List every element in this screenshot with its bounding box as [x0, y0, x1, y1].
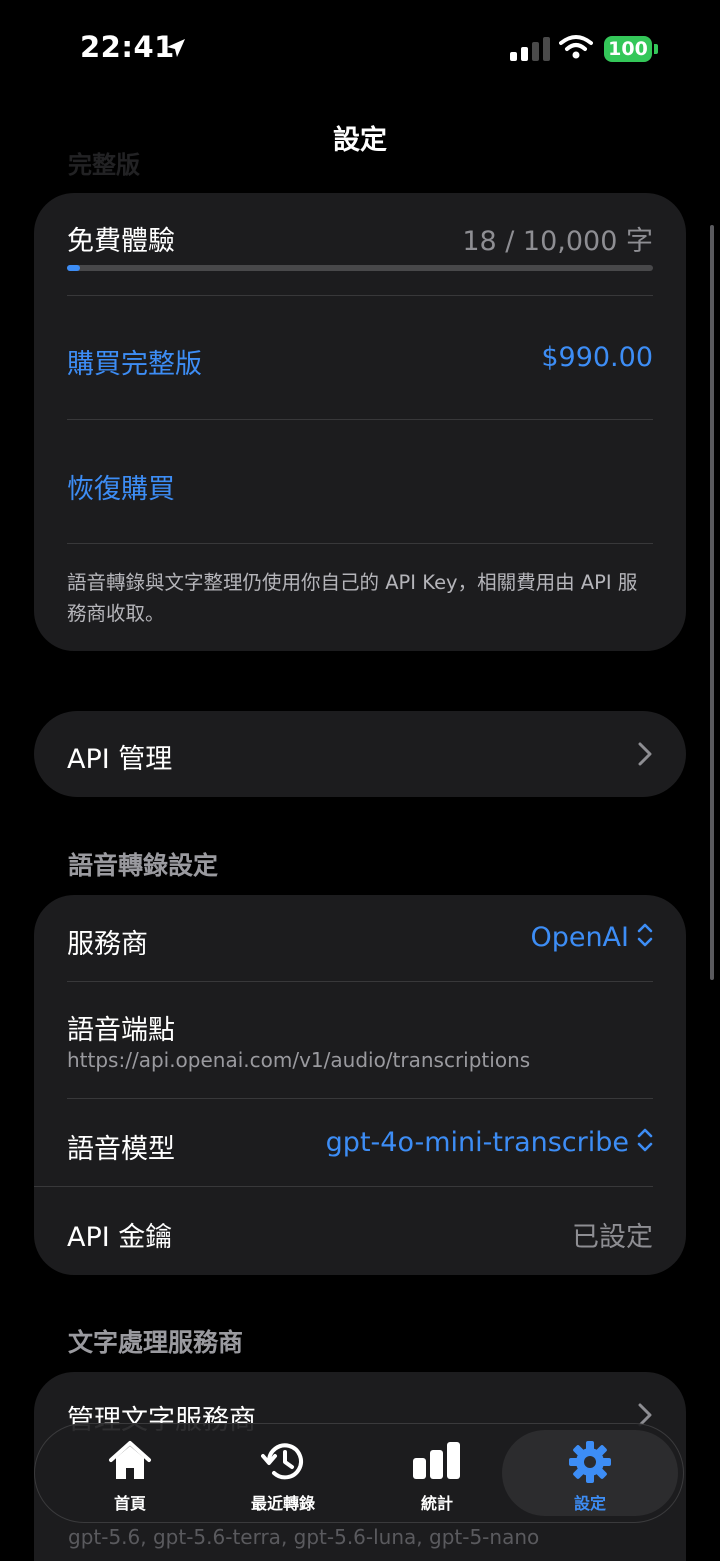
chevron-up-down-icon	[637, 922, 653, 955]
cellular-signal-icon	[510, 37, 550, 61]
endpoint-label: 語音端點	[67, 1015, 175, 1046]
endpoint-value[interactable]: https://api.openai.com/v1/audio/transcri…	[67, 1048, 530, 1072]
usage-progress-bar	[67, 265, 653, 271]
status-bar: 22:41 100	[0, 0, 720, 100]
tab-label: 首頁	[113, 1494, 146, 1513]
battery-tip	[654, 44, 658, 54]
chevron-up-down-icon	[637, 1127, 653, 1160]
api-key-status[interactable]: 已設定	[572, 1215, 653, 1254]
chevron-right-icon	[638, 742, 652, 770]
divider	[67, 295, 653, 296]
api-management-label: API 管理	[67, 744, 173, 775]
divider	[67, 543, 653, 544]
location-arrow-icon	[164, 36, 188, 64]
price-label: $990.00	[541, 342, 653, 373]
free-trial-label: 免費體驗	[67, 226, 175, 257]
speech-model-label: 語音模型	[67, 1134, 175, 1165]
battery-icon: 100	[604, 36, 652, 62]
speech-model-value: gpt-4o-mini-transcribe	[325, 1127, 629, 1158]
usage-count: 18 / 10,000 字	[462, 226, 653, 257]
tab-home[interactable]: 首頁	[55, 1424, 205, 1522]
text-models-list: gpt-5.6, gpt-5.6-terra, gpt-5.6-luna, gp…	[68, 1525, 540, 1549]
divider	[67, 419, 653, 420]
status-time: 22:41	[80, 30, 175, 64]
api-management-row[interactable]: API 管理	[34, 711, 686, 797]
plan-card: 免費體驗 18 / 10,000 字 購買完整版 $990.00 恢復購買 語音…	[34, 193, 686, 651]
tab-label: 統計	[420, 1494, 453, 1513]
wifi-icon	[559, 34, 593, 64]
tab-stats[interactable]: 統計	[362, 1424, 512, 1522]
page-title: 設定	[333, 125, 387, 156]
tab-settings[interactable]: 設定	[502, 1430, 678, 1516]
divider	[34, 1186, 653, 1187]
history-icon	[261, 1440, 305, 1486]
restore-purchase-button[interactable]: 恢復購買	[67, 467, 175, 506]
tab-label: 設定	[573, 1494, 606, 1513]
api-fee-note: 語音轉錄與文字整理仍使用你自己的 API Key，相關費用由 API 服務商收取…	[67, 571, 638, 625]
provider-value: OpenAI	[530, 922, 629, 953]
speech-model-picker[interactable]: gpt-4o-mini-transcribe	[326, 1127, 653, 1160]
scrollbar[interactable]	[710, 225, 714, 980]
provider-label: 服務商	[67, 929, 148, 960]
house-icon	[107, 1440, 153, 1486]
section-header-text: 文字處理服務商	[68, 1328, 244, 1357]
speech-settings-card: 服務商 OpenAI 語音端點 https://api.openai.com/v…	[34, 895, 686, 1275]
divider	[67, 981, 653, 982]
buy-full-version-button[interactable]: 購買完整版	[67, 342, 202, 381]
chart-bar-icon	[412, 1440, 462, 1484]
divider	[67, 1098, 653, 1099]
tab-label: 最近轉錄	[250, 1494, 315, 1513]
usage-progress-fill	[67, 265, 80, 271]
gear-icon	[568, 1440, 612, 1488]
provider-picker[interactable]: OpenAI	[530, 922, 653, 955]
section-header-speech: 語音轉錄設定	[68, 851, 219, 880]
api-key-label: API 金鑰	[67, 1222, 173, 1253]
tab-recent[interactable]: 最近轉錄	[208, 1424, 358, 1522]
tab-bar: 首頁 最近轉錄 統計 設定	[34, 1423, 684, 1523]
